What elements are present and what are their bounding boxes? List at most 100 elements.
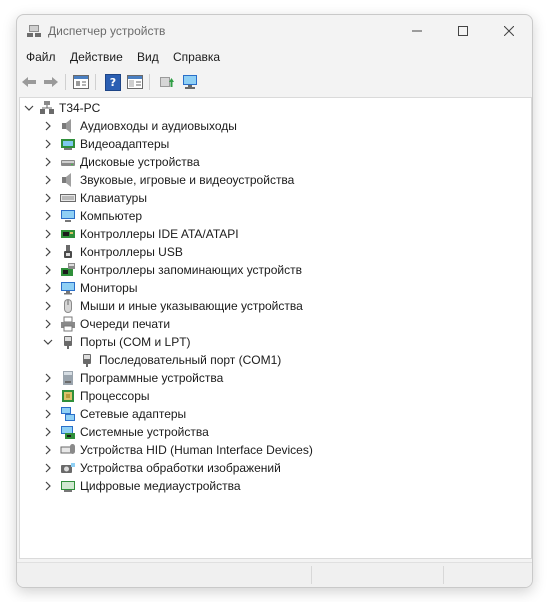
menu-file[interactable]: Файл — [26, 50, 56, 64]
chevron-right-icon[interactable] — [43, 121, 53, 131]
maximize-button[interactable] — [440, 15, 486, 47]
toolbar-separator — [149, 74, 150, 90]
chevron-down-icon[interactable] — [43, 337, 53, 347]
chevron-right-icon[interactable] — [43, 157, 53, 167]
network-adapter-icon — [61, 407, 75, 421]
tree-category[interactable]: Сетевые адаптеры — [20, 405, 520, 423]
tree-node-label: Мыши и иные указывающие устройства — [80, 299, 303, 313]
tree-node-label: Программные устройства — [80, 371, 224, 385]
device-manager-window: Диспетчер устройств Файл Действие Вид Сп… — [16, 14, 533, 588]
update-driver-button[interactable] — [157, 72, 177, 92]
computer-root-icon — [40, 101, 54, 114]
close-icon — [504, 26, 514, 36]
properties-button[interactable] — [71, 72, 91, 92]
tree-node-label: Контроллеры запоминающих устройств — [80, 263, 302, 277]
chevron-down-icon[interactable] — [24, 103, 34, 113]
menu-help[interactable]: Справка — [173, 50, 220, 64]
display-adapter-icon — [61, 139, 75, 150]
chevron-right-icon[interactable] — [43, 373, 53, 383]
chevron-right-icon[interactable] — [43, 175, 53, 185]
tree-category[interactable]: Дисковые устройства — [20, 153, 520, 171]
tree-category[interactable]: Программные устройства — [20, 369, 520, 387]
chevron-right-icon[interactable] — [43, 211, 53, 221]
tree-node-label: Контроллеры IDE ATA/ATAPI — [80, 227, 239, 241]
tree-category[interactable]: Аудиовходы и аудиовыходы — [20, 117, 520, 135]
chevron-right-icon[interactable] — [43, 283, 53, 293]
computer-icon — [61, 210, 75, 222]
chevron-right-icon[interactable] — [43, 391, 53, 401]
arrow-right-icon — [44, 77, 58, 87]
storage-controller-icon — [61, 263, 75, 276]
audio-io-icon — [62, 119, 71, 133]
tree-category[interactable]: Системные устройства — [20, 423, 520, 441]
chevron-right-icon[interactable] — [43, 139, 53, 149]
properties-icon — [73, 75, 89, 89]
tree-node-label: Устройства HID (Human Interface Devices) — [80, 443, 313, 457]
chevron-right-icon[interactable] — [43, 229, 53, 239]
tree-category[interactable]: Видеоадаптеры — [20, 135, 520, 153]
tree-root[interactable]: T34-PC — [20, 99, 520, 117]
device-manager-app-icon — [27, 25, 41, 37]
maximize-icon — [458, 26, 468, 36]
hid-icon — [60, 444, 75, 454]
close-button[interactable] — [486, 15, 532, 47]
processor-icon — [62, 390, 74, 402]
tree-category[interactable]: Звуковые, игровые и видеоустройства — [20, 171, 520, 189]
tree-category[interactable]: Мониторы — [20, 279, 520, 297]
tree-node-label: Системные устройства — [80, 425, 209, 439]
chevron-right-icon[interactable] — [43, 481, 53, 491]
minimize-button[interactable] — [394, 15, 440, 47]
imaging-device-icon — [61, 463, 75, 473]
port-icon — [64, 336, 72, 349]
chevron-right-icon[interactable] — [43, 319, 53, 329]
tree-category[interactable]: Устройства HID (Human Interface Devices) — [20, 441, 520, 459]
toolbar-separator — [95, 74, 96, 90]
tree-category[interactable]: Контроллеры USB — [20, 243, 520, 261]
chevron-right-icon[interactable] — [43, 463, 53, 473]
tree-node-label: Сетевые адаптеры — [80, 407, 187, 421]
tree-node-label: Порты (COM и LPT) — [80, 335, 191, 349]
tree-category[interactable]: Компьютер — [20, 207, 520, 225]
tree-category[interactable]: Порты (COM и LPT) — [20, 333, 520, 351]
tree-category[interactable]: Мыши и иные указывающие устройства — [20, 297, 520, 315]
scan-hardware-button[interactable] — [181, 72, 201, 92]
chevron-right-icon[interactable] — [43, 193, 53, 203]
tree-node-label: Мониторы — [80, 281, 138, 295]
monitor-icon — [61, 282, 75, 295]
tree-category[interactable]: Устройства обработки изображений — [20, 459, 520, 477]
status-divider — [311, 566, 312, 584]
chevron-right-icon[interactable] — [43, 427, 53, 437]
menu-bar: Файл Действие Вид Справка — [17, 47, 532, 69]
chevron-right-icon[interactable] — [43, 409, 53, 419]
tree-category[interactable]: Клавиатуры — [20, 189, 520, 207]
tree-category[interactable]: Контроллеры запоминающих устройств — [20, 261, 520, 279]
menu-view[interactable]: Вид — [137, 50, 159, 64]
tree-category[interactable]: Процессоры — [20, 387, 520, 405]
view-pane-button[interactable] — [125, 72, 145, 92]
tree-device[interactable]: Последовательный порт (COM1) — [20, 351, 520, 369]
port-icon — [83, 354, 91, 367]
chevron-right-icon[interactable] — [43, 265, 53, 275]
chevron-right-icon[interactable] — [43, 247, 53, 257]
chevron-right-icon[interactable] — [43, 445, 53, 455]
minimize-icon — [412, 30, 422, 32]
forward-button[interactable] — [41, 72, 61, 92]
title-bar[interactable]: Диспетчер устройств — [17, 15, 532, 47]
help-button[interactable]: ? — [103, 72, 123, 92]
menu-action[interactable]: Действие — [70, 50, 123, 64]
usb-icon — [64, 245, 72, 258]
tree-node-label: Дисковые устройства — [80, 155, 200, 169]
device-tree[interactable]: T34-PC Аудиовходы и аудиовыходы Видеоадапт… — [19, 97, 532, 559]
keyboard-icon — [60, 194, 76, 202]
tree-node-label: Видеоадаптеры — [80, 137, 170, 151]
tree-category[interactable]: Очереди печати — [20, 315, 520, 333]
tree-category[interactable]: Контроллеры IDE ATA/ATAPI — [20, 225, 520, 243]
tree-node-label: Звуковые, игровые и видеоустройства — [80, 173, 295, 187]
back-button[interactable] — [19, 72, 39, 92]
chevron-right-icon[interactable] — [43, 301, 53, 311]
tree-node-label: T34-PC — [59, 101, 101, 115]
digital-media-icon — [61, 481, 75, 492]
tree-node-label: Процессоры — [80, 389, 150, 403]
system-device-icon — [61, 426, 75, 439]
tree-category[interactable]: Цифровые медиаустройства — [20, 477, 520, 495]
